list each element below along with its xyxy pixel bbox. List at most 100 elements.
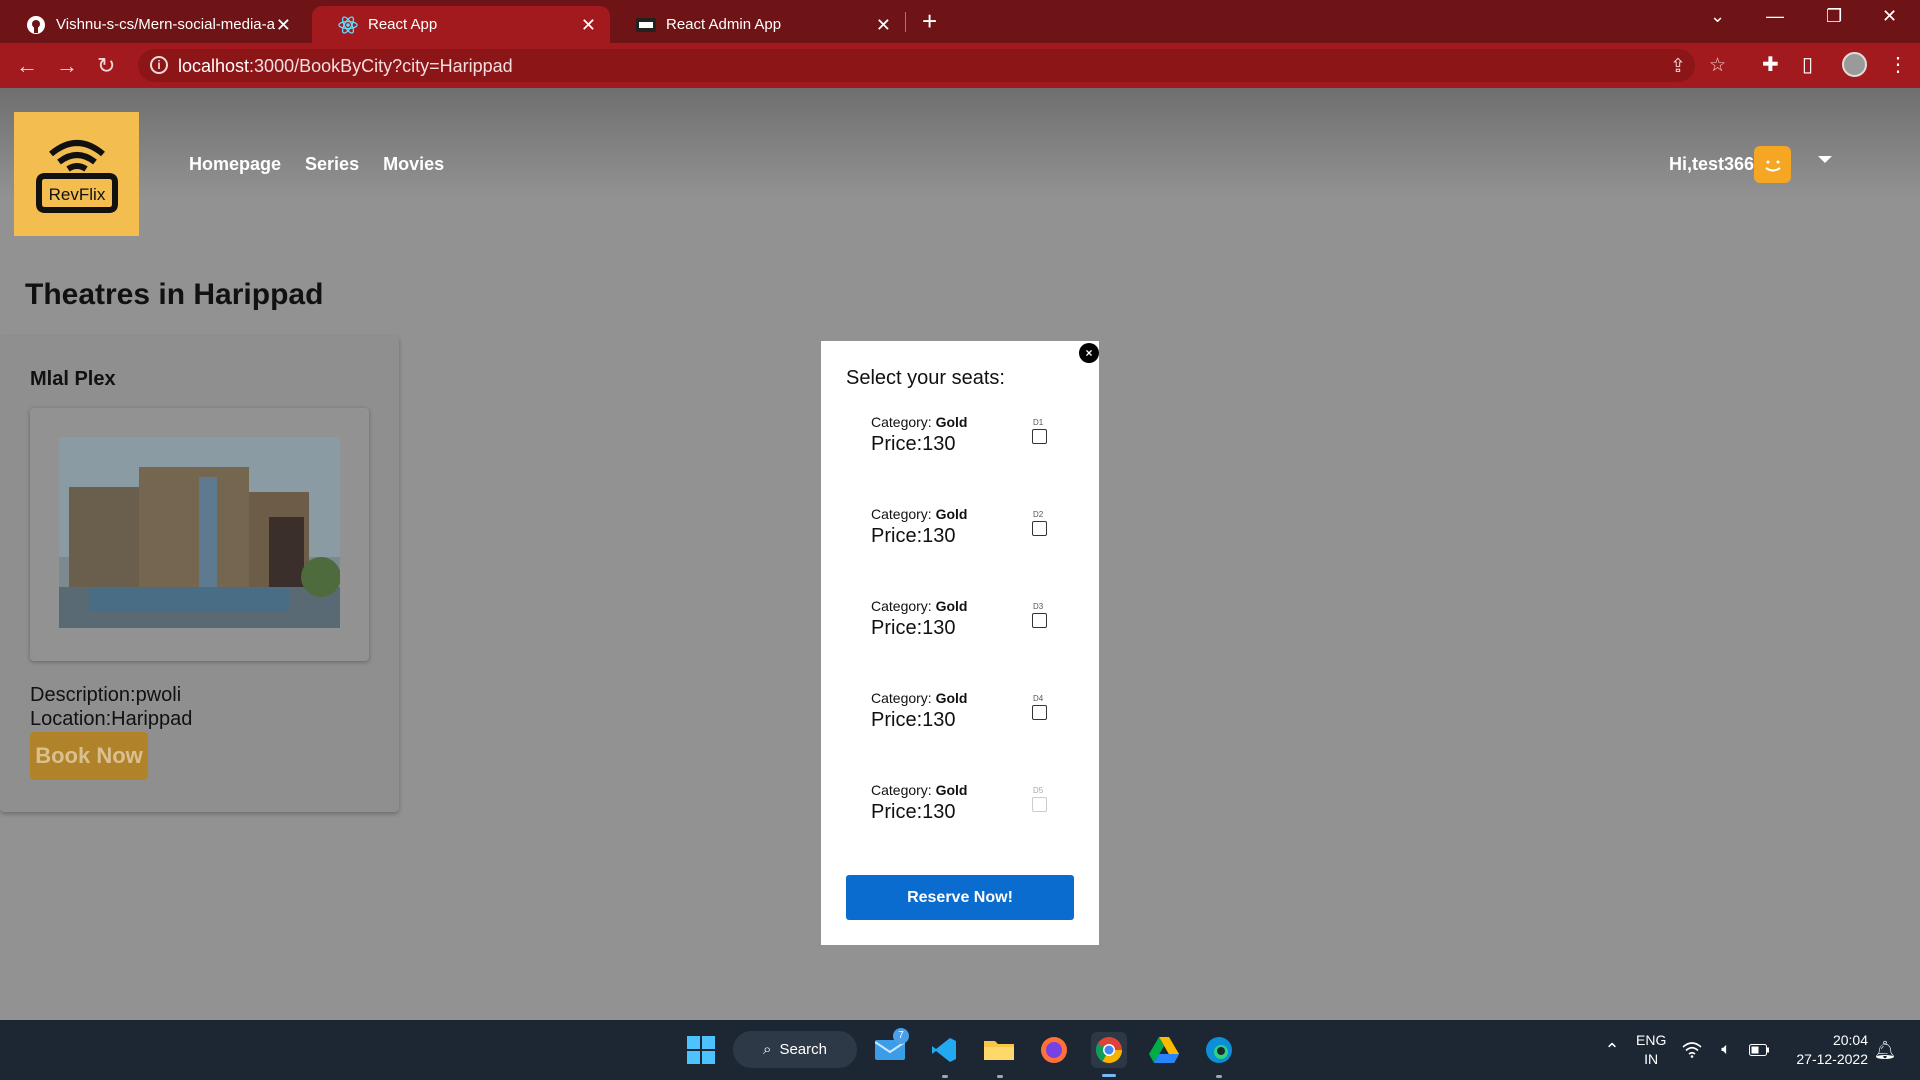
volume-icon[interactable]: 🔈︎ [1714, 1032, 1738, 1068]
url-text: localhost:3000/BookByCity?city=Harippad [178, 56, 513, 77]
running-indicator [942, 1075, 948, 1078]
seat-selection-modal: × Select your seats: Category: Gold Pric… [821, 341, 1099, 945]
new-tab-icon[interactable]: + [922, 6, 937, 37]
browser-tab-admin-app[interactable]: React Admin App ✕ [610, 6, 905, 43]
book-now-button[interactable]: Book Now [30, 732, 148, 780]
nav-homepage[interactable]: Homepage [189, 154, 281, 175]
file-explorer-icon[interactable] [981, 1032, 1017, 1068]
close-modal-icon[interactable]: × [1079, 343, 1099, 363]
revflix-logo[interactable]: RevFlix [14, 112, 139, 236]
tab-search-chevron-icon[interactable]: ⌄ [1710, 6, 1725, 27]
category-label: Category: [871, 414, 936, 430]
theatre-image-frame [30, 408, 369, 661]
forward-arrow-icon[interactable]: → [56, 53, 78, 79]
user-menu-caret-icon[interactable] [1818, 156, 1832, 163]
seat-row: Category: Gold Price:130 D3 [871, 598, 1071, 648]
browser-tab-github[interactable]: Vishnu-s-cs/Mern-social-media-a ✕ [0, 6, 305, 43]
theatre-location: Location:Harippad [30, 708, 193, 730]
restore-icon[interactable]: ❐ [1826, 6, 1842, 27]
seat-row: Category: Gold Price:130 D4 [871, 690, 1071, 740]
category-value: Gold [935, 414, 968, 430]
tab-title: React Admin App [666, 16, 782, 33]
seat-id: D5 [1033, 786, 1044, 795]
taskbar: ⌕ Search 7 ⌃ ENG IN 🔈︎ 20:04 27-12-2022 … [0, 1020, 1920, 1080]
seat-category: Category: Gold [871, 506, 967, 522]
seat-category: Category: Gold [871, 598, 967, 614]
google-drive-icon[interactable] [1146, 1032, 1182, 1068]
language-indicator[interactable]: ENG IN [1636, 1031, 1666, 1069]
browser-toolbar: ← → ↻ i localhost:3000/BookByCity?city=H… [0, 43, 1920, 88]
battery-icon[interactable] [1747, 1032, 1771, 1068]
seat-checkbox-d2[interactable] [1032, 521, 1047, 536]
region-code: IN [1644, 1051, 1659, 1067]
search-icon: ⌕ [763, 1041, 772, 1058]
seat-id: D1 [1033, 418, 1044, 427]
search-label: Search [779, 1041, 827, 1058]
category-label: Category: [871, 782, 936, 798]
seat-category: Category: Gold [871, 690, 967, 706]
url-path: :3000/BookByCity?city=Harippad [249, 56, 513, 76]
site-info-icon[interactable]: i [150, 56, 168, 74]
mail-badge: 7 [893, 1028, 909, 1044]
share-icon[interactable]: ⇪ [1670, 55, 1686, 78]
taskbar-search[interactable]: ⌕ Search [733, 1031, 857, 1068]
browser-tab-react-app[interactable]: React App ✕ [312, 6, 610, 43]
theatre-description: Description:pwoli [30, 684, 182, 706]
seat-id: D4 [1033, 694, 1044, 703]
close-tab-icon[interactable]: ✕ [276, 15, 291, 36]
seat-category: Category: Gold [871, 414, 967, 430]
windows-start-icon[interactable] [683, 1032, 719, 1068]
user-avatar[interactable] [1754, 146, 1791, 183]
nav-series[interactable]: Series [305, 154, 359, 175]
close-tab-icon[interactable]: ✕ [876, 15, 891, 36]
seat-category: Category: Gold [871, 782, 967, 798]
theatre-card: Mlal Plex Description:pwoli Location:Har… [0, 336, 399, 812]
clock[interactable]: 20:04 27-12-2022 [1788, 1031, 1868, 1069]
clock-date: 27-12-2022 [1796, 1051, 1868, 1067]
vscode-icon[interactable] [926, 1032, 962, 1068]
close-window-icon[interactable]: ✕ [1882, 6, 1897, 27]
tray-overflow-chevron-icon[interactable]: ⌃ [1594, 1032, 1630, 1068]
profile-avatar[interactable] [1842, 52, 1867, 77]
tab-title: Vishnu-s-cs/Mern-social-media-a [56, 16, 275, 33]
bookmark-star-icon[interactable]: ☆ [1709, 54, 1726, 77]
logo-text: RevFlix [48, 185, 105, 204]
category-value: Gold [935, 690, 968, 706]
back-arrow-icon[interactable]: ← [16, 53, 38, 79]
category-label: Category: [871, 598, 936, 614]
github-icon [26, 15, 46, 35]
main-nav: Homepage Series Movies [189, 154, 444, 175]
close-tab-icon[interactable]: ✕ [581, 15, 596, 36]
seat-row: Category: Gold Price:130 D5 [871, 782, 1071, 832]
side-panel-icon[interactable]: ▯ [1802, 52, 1813, 77]
seat-id: D3 [1033, 602, 1044, 611]
minimize-icon[interactable]: — [1766, 6, 1784, 27]
address-bar[interactable]: i localhost:3000/BookByCity?city=Harippa… [138, 49, 1726, 82]
page: RevFlix Homepage Series Movies Hi,test36… [0, 88, 1920, 1020]
chrome-icon[interactable] [1091, 1032, 1127, 1068]
edge-icon[interactable] [1201, 1032, 1237, 1068]
category-value: Gold [935, 782, 968, 798]
seat-checkbox-d3[interactable] [1032, 613, 1047, 628]
language-code: ENG [1636, 1032, 1667, 1048]
extensions-puzzle-icon[interactable]: ✚ [1762, 52, 1779, 77]
seat-price: Price:130 [871, 617, 956, 639]
notification-bell-icon[interactable]: 🔔︎ [1870, 1032, 1900, 1068]
category-value: Gold [935, 506, 968, 522]
running-indicator [997, 1075, 1003, 1078]
url-host: localhost [178, 56, 250, 76]
more-menu-icon[interactable]: ⋮ [1888, 52, 1908, 77]
firefox-icon[interactable] [1036, 1032, 1072, 1068]
reserve-now-button[interactable]: Reserve Now! [846, 875, 1074, 920]
nav-movies[interactable]: Movies [383, 154, 444, 175]
seat-checkbox-d4[interactable] [1032, 705, 1047, 720]
seat-row: Category: Gold Price:130 D2 [871, 506, 1071, 556]
react-icon [338, 15, 358, 35]
seat-price: Price:130 [871, 709, 956, 731]
seat-checkbox-d1[interactable] [1032, 429, 1047, 444]
site-header [0, 88, 1920, 198]
wifi-icon[interactable] [1680, 1032, 1704, 1068]
tab-separator [905, 12, 906, 32]
theatre-image [59, 437, 340, 628]
reload-icon[interactable]: ↻ [97, 53, 115, 79]
